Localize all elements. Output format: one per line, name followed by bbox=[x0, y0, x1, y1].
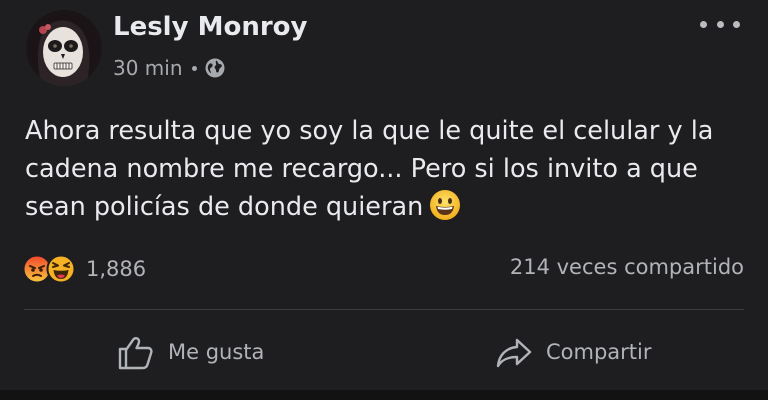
divider bbox=[24, 309, 744, 310]
like-label: Me gusta bbox=[168, 340, 265, 364]
more-options-button[interactable] bbox=[700, 14, 740, 34]
post-card: Lesly Monroy 30 min Ahora resulta que yo… bbox=[0, 0, 768, 390]
ellipsis-icon bbox=[700, 20, 707, 28]
thumbs-up-icon bbox=[118, 337, 153, 370]
feed-gap bbox=[0, 390, 768, 400]
ellipsis-icon-dot bbox=[733, 20, 740, 28]
ellipsis-icon-dot bbox=[716, 20, 724, 28]
reaction-count: 1,886 bbox=[86, 257, 147, 281]
post-text-line: sean policías de donde quieran bbox=[25, 192, 424, 222]
like-button[interactable]: Me gusta bbox=[116, 330, 264, 374]
haha-reaction-icon bbox=[46, 254, 76, 284]
author-name[interactable]: Lesly Monroy bbox=[113, 12, 307, 42]
post-text: Ahora resulta que yo soy la que le quite… bbox=[25, 112, 755, 226]
grinning-face-emoji bbox=[429, 189, 461, 221]
post-text-line: Ahora resulta que yo soy la que le quite… bbox=[25, 116, 714, 146]
share-label: Compartir bbox=[546, 340, 652, 364]
separator-dot bbox=[191, 65, 197, 71]
globe-icon bbox=[204, 57, 226, 79]
post-text-line: cadena nombre me recargo... Pero si los … bbox=[25, 154, 698, 184]
post-meta: 30 min bbox=[113, 54, 226, 82]
post-text-line-last: sean policías de donde quieran bbox=[25, 188, 755, 226]
share-button[interactable]: Compartir bbox=[494, 330, 652, 374]
share-count[interactable]: 214 veces compartido bbox=[510, 255, 744, 279]
reaction-summary[interactable]: 1,886 bbox=[22, 252, 146, 286]
share-arrow-icon bbox=[496, 338, 532, 368]
timestamp[interactable]: 30 min bbox=[113, 56, 183, 80]
avatar[interactable] bbox=[26, 10, 102, 86]
